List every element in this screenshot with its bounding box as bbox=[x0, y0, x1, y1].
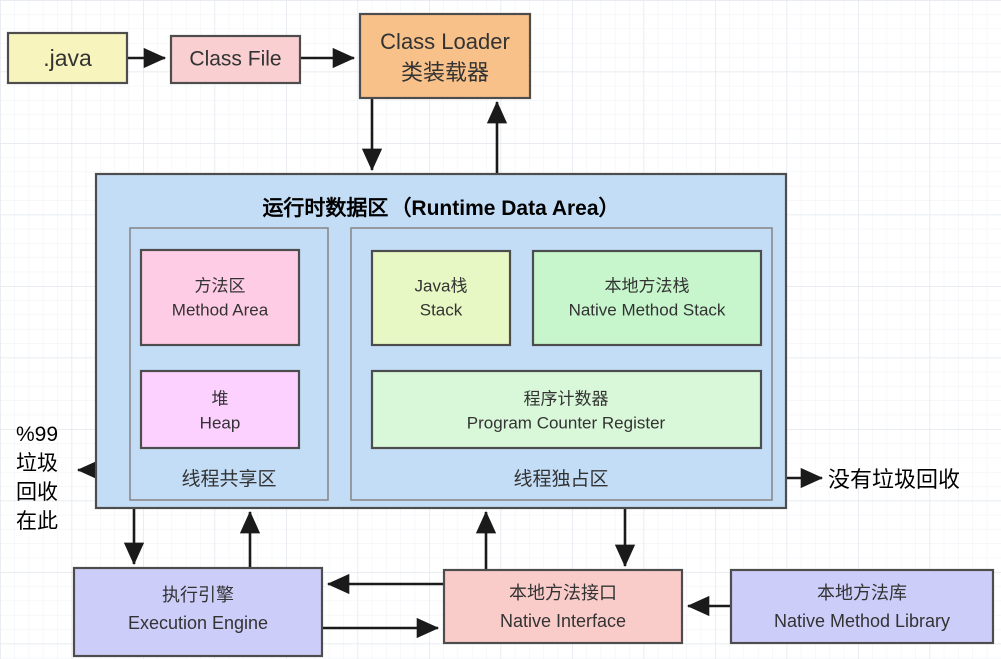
execution-engine-label-cn: 执行引擎 bbox=[162, 585, 234, 605]
native-method-stack-label-en: Native Method Stack bbox=[569, 300, 726, 319]
thread-shared-panel-label: 线程共享区 bbox=[181, 468, 276, 490]
class-loader-label-en: Class Loader bbox=[380, 29, 510, 54]
method-area-box[interactable] bbox=[139, 248, 301, 347]
diagram-canvas: .java Class File Class Loader 类装载器 运行时数据… bbox=[0, 0, 1001, 659]
node-class-file[interactable]: Class File bbox=[169, 34, 302, 85]
jvm-architecture-diagram: .java Class File Class Loader 类装载器 运行时数据… bbox=[6, 12, 995, 658]
java-stack-box[interactable] bbox=[370, 249, 512, 347]
node-native-interface[interactable]: 本地方法接口 Native Interface bbox=[442, 568, 684, 645]
native-method-library-label-cn: 本地方法库 bbox=[817, 583, 907, 603]
node-runtime-data-area[interactable]: 运行时数据区（Runtime Data Area） 线程共享区 线程独占区 方法… bbox=[94, 172, 788, 510]
node-native-method-stack[interactable]: 本地方法栈 Native Method Stack bbox=[531, 249, 763, 347]
runtime-data-area-heading-en: （Runtime Data Area） bbox=[390, 196, 619, 220]
pc-register-label-cn: 程序计数器 bbox=[524, 389, 609, 408]
pc-register-label-en: Program Counter Register bbox=[467, 413, 666, 432]
node-method-area[interactable]: 方法区 Method Area bbox=[139, 248, 301, 347]
node-java-stack[interactable]: Java栈 Stack bbox=[370, 249, 512, 347]
java-source-label: .java bbox=[43, 45, 92, 71]
class-file-label: Class File bbox=[189, 48, 281, 71]
class-loader-box[interactable] bbox=[358, 12, 532, 100]
java-stack-label-cn: Java栈 bbox=[415, 276, 468, 295]
method-area-label-en: Method Area bbox=[172, 300, 269, 319]
runtime-data-area-heading-cn: 运行时数据区 bbox=[262, 196, 388, 220]
node-pc-register[interactable]: 程序计数器 Program Counter Register bbox=[370, 369, 763, 450]
native-method-stack-box[interactable] bbox=[531, 249, 763, 347]
gc-left-line-4: 在此 bbox=[16, 510, 58, 533]
thread-exclusive-panel-label: 线程独占区 bbox=[513, 468, 608, 490]
annotation-no-gc-right: 没有垃圾回收 bbox=[828, 467, 960, 492]
runtime-data-area-heading: 运行时数据区（Runtime Data Area） bbox=[262, 196, 619, 220]
native-interface-label-cn: 本地方法接口 bbox=[509, 583, 617, 603]
node-class-loader[interactable]: Class Loader 类装载器 bbox=[358, 12, 532, 100]
node-native-method-library[interactable]: 本地方法库 Native Method Library bbox=[729, 568, 995, 645]
method-area-label-cn: 方法区 bbox=[195, 276, 246, 295]
gc-left-line-1: %99 bbox=[16, 423, 58, 446]
gc-left-line-2: 垃圾 bbox=[16, 452, 58, 475]
heap-label-en: Heap bbox=[200, 413, 241, 432]
native-method-library-label-en: Native Method Library bbox=[774, 611, 950, 631]
native-interface-label-en: Native Interface bbox=[500, 611, 626, 631]
heap-box[interactable] bbox=[139, 369, 301, 450]
node-execution-engine[interactable]: 执行引擎 Execution Engine bbox=[72, 566, 324, 658]
heap-label-cn: 堆 bbox=[212, 389, 229, 408]
native-method-stack-label-cn: 本地方法栈 bbox=[605, 276, 690, 295]
gc-left-line-3: 回收 bbox=[16, 481, 58, 504]
execution-engine-label-en: Execution Engine bbox=[128, 613, 268, 633]
node-java-source[interactable]: .java bbox=[6, 31, 129, 85]
java-stack-label-en: Stack bbox=[420, 300, 463, 319]
native-method-library-box[interactable] bbox=[729, 568, 995, 645]
class-loader-label-cn: 类装载器 bbox=[401, 60, 489, 85]
native-interface-box[interactable] bbox=[442, 568, 684, 645]
annotation-gc-left: %99 垃圾 回收 在此 bbox=[16, 423, 58, 533]
pc-register-box[interactable] bbox=[370, 369, 763, 450]
node-heap[interactable]: 堆 Heap bbox=[139, 369, 301, 450]
